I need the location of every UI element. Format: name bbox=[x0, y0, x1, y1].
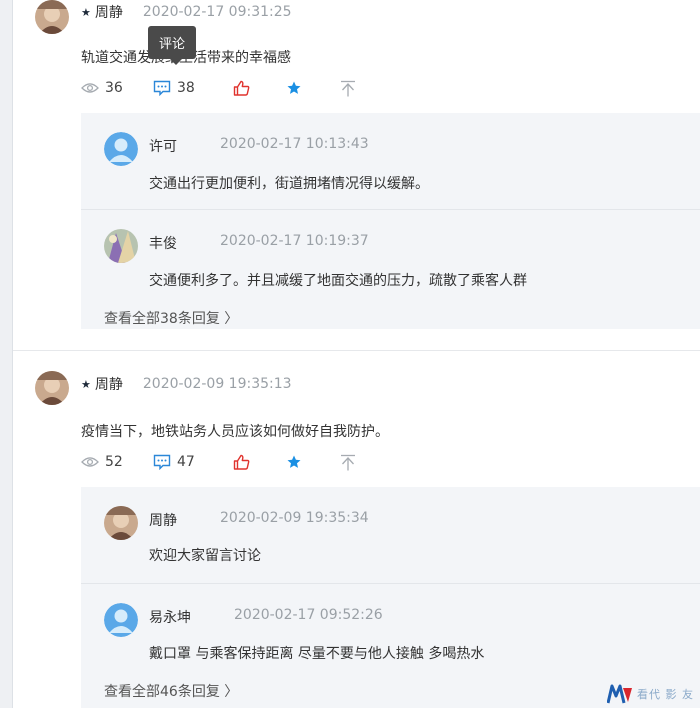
author-name[interactable]: 周静 bbox=[95, 374, 123, 394]
reply-item: 丰俊 2020-02-17 10:19:37 交通便利多了。并且减缓了地面交通的… bbox=[81, 209, 700, 329]
view-all-replies-link[interactable]: 查看全部46条回复 〉 bbox=[104, 681, 238, 701]
action-bar: 36 38 bbox=[81, 78, 356, 98]
star-icon bbox=[287, 81, 301, 95]
author-name[interactable]: 周静 bbox=[95, 2, 123, 22]
view-all-replies-link[interactable]: 查看全部38条回复 〉 bbox=[104, 308, 238, 328]
eye-icon bbox=[81, 456, 99, 468]
author-avatar[interactable] bbox=[35, 371, 69, 405]
post-time: 2020-02-17 09:31:25 bbox=[142, 4, 292, 20]
view-count-value: 36 bbox=[105, 80, 123, 96]
reply-time: 2020-02-09 19:35:34 bbox=[220, 510, 369, 526]
author-row: ★ 周静 2020-02-09 19:35:13 bbox=[81, 374, 292, 394]
comment-icon bbox=[153, 80, 171, 96]
default-avatar-icon[interactable] bbox=[104, 603, 138, 637]
pin-top-button[interactable] bbox=[340, 80, 356, 97]
action-bar: 52 47 bbox=[81, 452, 356, 472]
reply-time: 2020-02-17 10:13:43 bbox=[220, 136, 369, 152]
favorite-button[interactable] bbox=[287, 81, 340, 95]
reply-item: 周静 2020-02-09 19:35:34 欢迎大家留言讨论 bbox=[81, 487, 700, 583]
post-time: 2020-02-09 19:35:13 bbox=[142, 376, 292, 392]
like-button[interactable] bbox=[233, 454, 287, 470]
pin-top-icon bbox=[340, 80, 356, 97]
favorite-button[interactable] bbox=[287, 455, 340, 469]
view-count: 52 bbox=[81, 454, 153, 470]
default-avatar-icon[interactable] bbox=[104, 132, 138, 166]
site-watermark: 看代 影 友 bbox=[607, 684, 694, 704]
reply-box: 周静 2020-02-09 19:35:34 欢迎大家留言讨论 易永坤 2020… bbox=[81, 487, 700, 708]
comment-icon bbox=[153, 454, 171, 470]
watermark-logo-icon bbox=[607, 684, 632, 704]
author-avatar[interactable] bbox=[35, 0, 69, 34]
reply-text: 欢迎大家留言讨论 bbox=[149, 548, 261, 564]
view-count-value: 52 bbox=[105, 454, 123, 470]
star-icon bbox=[287, 455, 301, 469]
reply-avatar[interactable] bbox=[104, 506, 138, 540]
reply-item: 许可 2020-02-17 10:13:43 交通出行更加便利，街道拥堵情况得以… bbox=[81, 113, 700, 209]
pin-top-button[interactable] bbox=[340, 454, 356, 471]
reply-box: 许可 2020-02-17 10:13:43 交通出行更加便利，街道拥堵情况得以… bbox=[81, 113, 700, 329]
reply-text: 交通便利多了。并且减缓了地面交通的压力，疏散了乘客人群 bbox=[149, 273, 527, 289]
reply-text: 交通出行更加便利，街道拥堵情况得以缓解。 bbox=[149, 176, 429, 192]
eye-icon bbox=[81, 82, 99, 94]
watermark-text: 看代 影 友 bbox=[637, 688, 694, 701]
reply-author[interactable]: 丰俊 bbox=[149, 233, 177, 253]
comment-tooltip: 评论 bbox=[148, 26, 197, 65]
thumbs-up-icon bbox=[233, 80, 250, 96]
comment-count: 38 bbox=[177, 80, 195, 96]
post-card: ★ 周静 2020-02-09 19:35:13 疫情当下，地铁站务人员应该如何… bbox=[13, 350, 700, 708]
thumbs-up-icon bbox=[233, 454, 250, 470]
view-count: 36 bbox=[81, 80, 153, 96]
post-text: 疫情当下，地铁站务人员应该如何做好自我防护。 bbox=[81, 424, 389, 440]
comment-button[interactable]: 38 bbox=[153, 80, 233, 96]
like-button[interactable] bbox=[233, 80, 287, 96]
comment-button[interactable]: 47 bbox=[153, 454, 233, 470]
reply-time: 2020-02-17 10:19:37 bbox=[220, 233, 369, 249]
star-icon: ★ bbox=[81, 377, 91, 391]
comment-count: 47 bbox=[177, 454, 195, 470]
reply-time: 2020-02-17 09:52:26 bbox=[234, 607, 383, 623]
reply-text: 戴口罩 与乘客保持距离 尽量不要与他人接触 多喝热水 bbox=[149, 646, 485, 662]
reply-author[interactable]: 许可 bbox=[149, 136, 177, 156]
author-row: ★ 周静 2020-02-17 09:31:25 bbox=[81, 2, 292, 22]
pin-top-icon bbox=[340, 454, 356, 471]
left-rail bbox=[0, 0, 13, 708]
star-icon: ★ bbox=[81, 5, 91, 19]
reply-avatar[interactable] bbox=[104, 229, 138, 263]
post-card: ★ 周静 2020-02-17 09:31:25 轨道交通发展给生活带来的幸福感… bbox=[13, 0, 700, 350]
reply-author[interactable]: 易永坤 bbox=[149, 607, 191, 627]
reply-author[interactable]: 周静 bbox=[149, 510, 177, 530]
